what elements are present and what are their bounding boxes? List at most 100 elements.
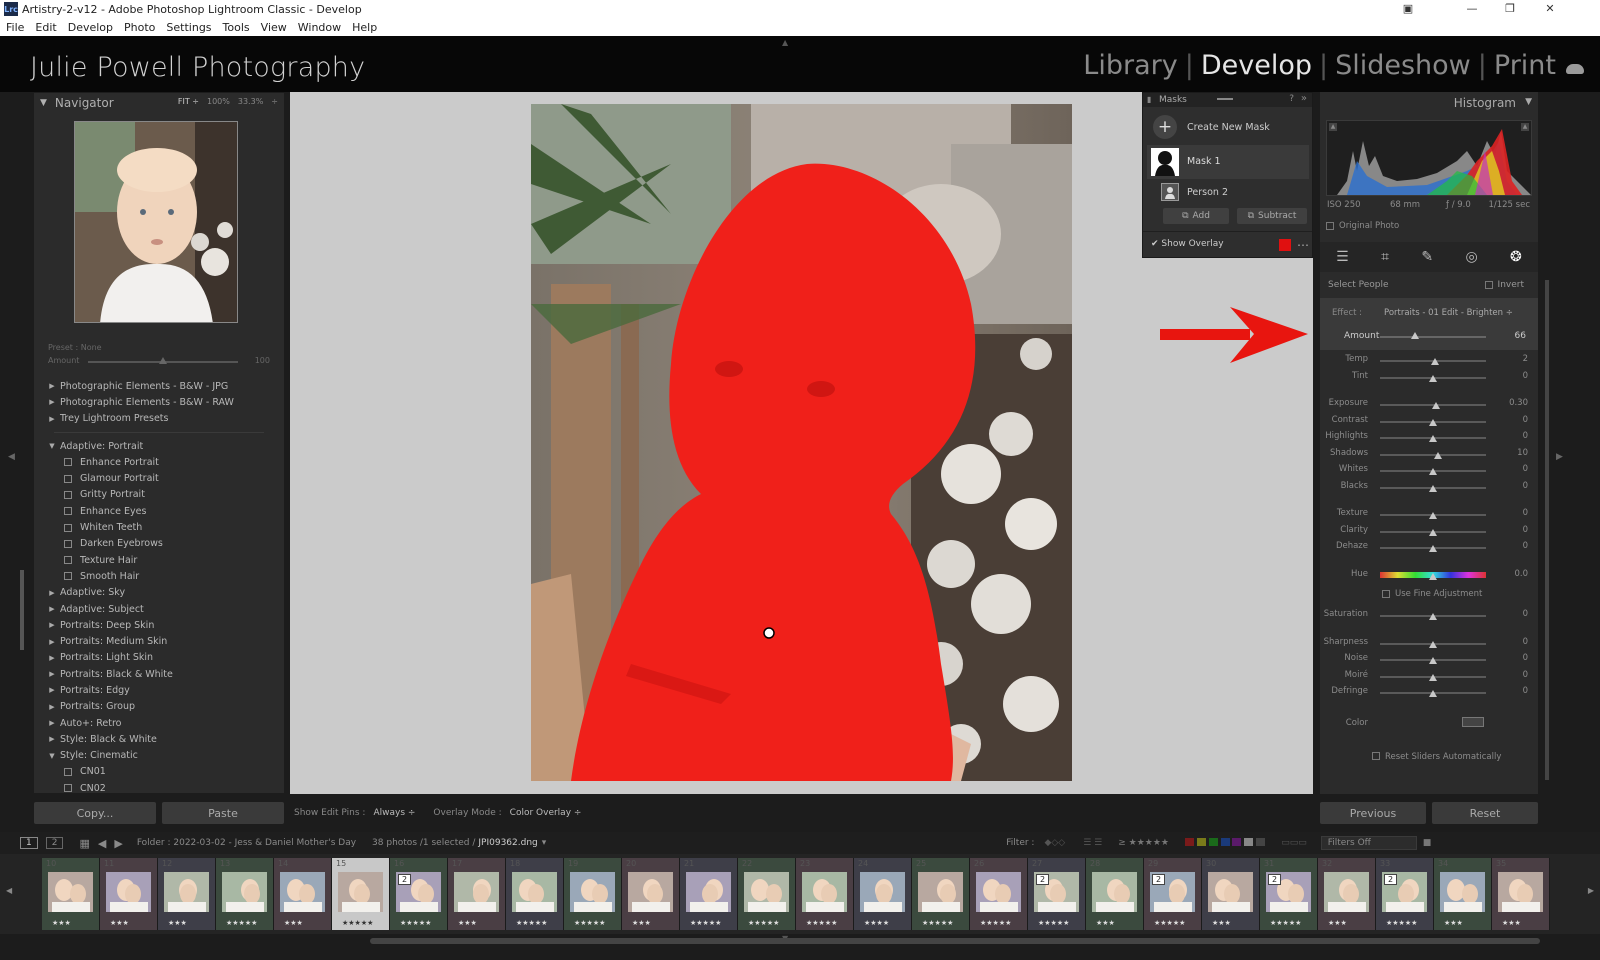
copy-button[interactable]: Copy... xyxy=(34,802,156,824)
star-rating[interactable]: ★★★ xyxy=(458,919,477,927)
collapsed-triangle-icon[interactable]: ▶ xyxy=(46,654,58,662)
drag-handle[interactable] xyxy=(1217,98,1233,100)
slider-value[interactable]: 0 xyxy=(1523,525,1528,535)
filename-dropdown-icon[interactable]: ▾ xyxy=(542,838,547,848)
slider-thumb[interactable] xyxy=(1429,435,1437,442)
filmstrip-cell[interactable]: 16 2 ★★★★★ xyxy=(390,858,448,930)
preset-group[interactable]: ▶ Trey Lightroom Presets xyxy=(34,411,284,427)
star-rating[interactable]: ★★★ xyxy=(1096,919,1115,927)
star-rating[interactable]: ★★★★★ xyxy=(1270,919,1301,927)
photo-thumbnail[interactable] xyxy=(280,872,325,912)
filmstrip-scroll-left-icon[interactable]: ◀ xyxy=(6,886,12,895)
preset-group[interactable]: ▶ Portraits: Deep Skin xyxy=(34,617,284,633)
shadow-clip-icon[interactable]: ▲ xyxy=(1329,123,1337,131)
star-rating[interactable]: ★★★★★ xyxy=(1154,919,1185,927)
collapse-triangle-icon[interactable]: ▼ xyxy=(1525,97,1532,107)
star-rating[interactable]: ★★★★★ xyxy=(516,919,547,927)
photo-thumbnail[interactable] xyxy=(744,872,789,912)
preset-group[interactable]: ▼ Style: Cinematic xyxy=(34,748,284,764)
filename[interactable]: JPI09362.dng xyxy=(478,838,537,848)
show-edit-pins-select[interactable]: Always ÷ xyxy=(373,808,415,818)
photo-thumbnail[interactable]: 2 xyxy=(396,872,441,912)
filmstrip-cell[interactable]: 10 ★★★ xyxy=(42,858,100,930)
navigator-preview[interactable] xyxy=(74,121,238,323)
collapsed-triangle-icon[interactable]: ▶ xyxy=(46,605,58,613)
star-rating[interactable]: ★★★ xyxy=(1444,919,1463,927)
person-2-label[interactable]: Person 2 xyxy=(1187,187,1228,198)
photo-thumbnail[interactable] xyxy=(918,872,963,912)
preset-item[interactable]: CN02 xyxy=(34,780,284,796)
photo-thumbnail[interactable]: 2 xyxy=(1034,872,1079,912)
star-rating[interactable]: ★★★ xyxy=(168,919,187,927)
slider-value[interactable]: 0.30 xyxy=(1509,398,1528,408)
slider-value[interactable]: 0 xyxy=(1523,653,1528,663)
use-fine-adjustment-checkbox[interactable]: Use Fine Adjustment xyxy=(1382,589,1532,599)
menu-settings[interactable]: Settings xyxy=(166,21,211,34)
star-rating[interactable]: ★★★ xyxy=(632,919,651,927)
preset-group[interactable]: ▶ Style: Black & White xyxy=(34,731,284,747)
amount-slider-track[interactable] xyxy=(1380,336,1486,338)
collapse-triangle-icon[interactable]: ▼ xyxy=(40,98,47,108)
add-mask-button[interactable]: ⧉ Add xyxy=(1163,208,1229,224)
filter-lock-icon[interactable]: ■ xyxy=(1423,838,1432,848)
filmstrip-cell[interactable]: 22 ★★★★★ xyxy=(738,858,796,930)
photo-thumbnail[interactable] xyxy=(1092,872,1137,912)
preset-group[interactable]: ▼ Adaptive: Portrait xyxy=(34,438,284,454)
slider-thumb[interactable] xyxy=(1434,451,1443,459)
menu-help[interactable]: Help xyxy=(352,21,377,34)
stack-count-badge[interactable]: 2 xyxy=(398,874,412,885)
panel-grip-icon[interactable]: ▮ xyxy=(1147,95,1151,104)
photo-with-mask-overlay[interactable] xyxy=(531,104,1072,781)
mask1-row[interactable]: Mask 1 xyxy=(1147,145,1309,179)
preset-group[interactable]: ▶ Portraits: Black & White xyxy=(34,666,284,682)
star-rating[interactable]: ★★★★★ xyxy=(980,919,1011,927)
close-icon[interactable]: ✕ xyxy=(1530,0,1570,18)
folder-breadcrumb[interactable]: Folder : 2022-03-02 - Jess & Daniel Moth… xyxy=(137,838,356,848)
filmstrip-cell[interactable]: 23 ★★★★★ xyxy=(796,858,854,930)
slider-value[interactable]: 0 xyxy=(1523,371,1528,381)
main-window-button[interactable]: 1 xyxy=(20,837,38,849)
module-library[interactable]: Library xyxy=(1083,50,1177,81)
paste-button[interactable]: Paste xyxy=(162,802,284,824)
collapsed-triangle-icon[interactable]: ▶ xyxy=(46,719,58,727)
star-rating[interactable]: ★★★★ xyxy=(864,919,889,927)
reset-button[interactable]: Reset xyxy=(1432,802,1538,824)
filmstrip-cell[interactable]: 20 ★★★ xyxy=(622,858,680,930)
star-rating[interactable]: ★★★★★ xyxy=(1386,919,1417,927)
star-rating[interactable]: ★★★ xyxy=(1328,919,1347,927)
filmstrip-cell[interactable]: 30 ★★★ xyxy=(1202,858,1260,930)
photo-thumbnail[interactable] xyxy=(976,872,1021,912)
slider-track[interactable] xyxy=(1380,453,1486,456)
rating-filter-icon[interactable]: ≥ ★★★★★ xyxy=(1118,838,1169,848)
preset-item[interactable]: Smooth Hair xyxy=(34,568,284,584)
slider-value[interactable]: 0 xyxy=(1523,670,1528,680)
slider-thumb[interactable] xyxy=(1429,374,1437,382)
slider-value[interactable]: 0 xyxy=(1523,431,1528,441)
create-new-mask-icon[interactable]: + xyxy=(1153,115,1177,139)
expanded-triangle-icon[interactable]: ▼ xyxy=(46,442,58,450)
color-swatch-picker[interactable] xyxy=(1462,716,1484,727)
module-slideshow[interactable]: Slideshow xyxy=(1335,50,1471,81)
collapsed-triangle-icon[interactable]: ▶ xyxy=(46,398,58,406)
amount-slider-thumb[interactable] xyxy=(1410,332,1419,339)
menu-window[interactable]: Window xyxy=(298,21,341,34)
create-new-mask-button[interactable]: Create New Mask xyxy=(1187,122,1270,133)
preset-group[interactable]: ▶ Portraits: Edgy xyxy=(34,682,284,698)
preset-group[interactable]: ▶ Adaptive: Subject xyxy=(34,601,284,617)
preset-item[interactable]: CN01 xyxy=(34,764,284,780)
collapsed-triangle-icon[interactable]: ▶ xyxy=(46,382,58,390)
filmstrip-cell[interactable]: 34 ★★★ xyxy=(1434,858,1492,930)
slider-thumb[interactable] xyxy=(1429,512,1437,519)
menu-view[interactable]: View xyxy=(261,21,287,34)
photo-thumbnail[interactable] xyxy=(570,872,615,912)
edit-filter-icon[interactable]: ☰ ☰ xyxy=(1083,838,1102,848)
filmstrip-cell[interactable]: 24 ★★★★ xyxy=(854,858,912,930)
cloud-icon[interactable] xyxy=(1566,64,1584,74)
slider-value[interactable]: 0 xyxy=(1523,541,1528,551)
stack-count-badge[interactable]: 2 xyxy=(1384,874,1398,885)
secondary-window-button[interactable]: 2 xyxy=(45,837,64,849)
preset-group[interactable]: ▶ Portraits: Medium Skin xyxy=(34,633,284,649)
filmstrip-cell[interactable]: 21 ★★★★★ xyxy=(680,858,738,930)
back-arrow-icon[interactable]: ◀ xyxy=(98,837,106,850)
filmstrip-cell[interactable]: 28 ★★★ xyxy=(1086,858,1144,930)
